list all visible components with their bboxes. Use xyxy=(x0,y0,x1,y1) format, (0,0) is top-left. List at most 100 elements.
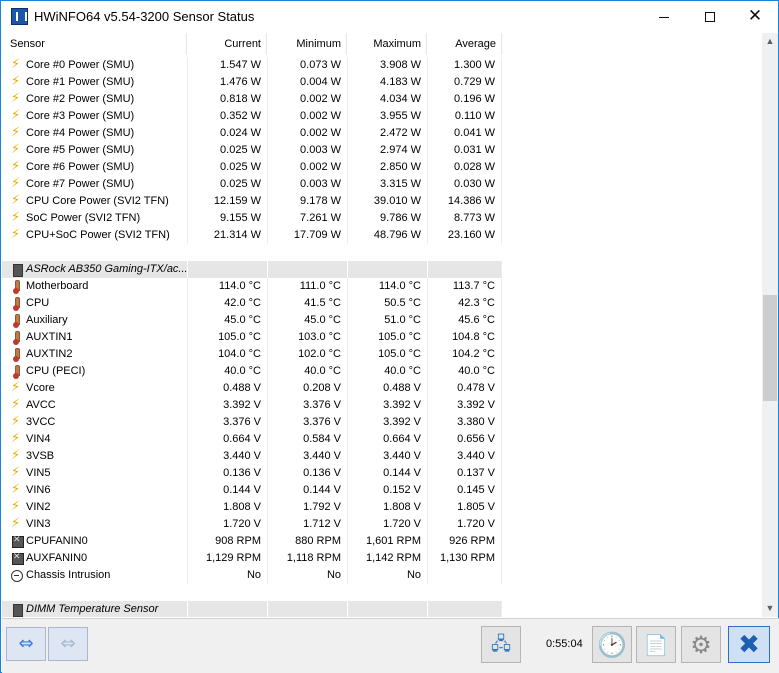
sensor-row[interactable]: VIN60.144 V0.144 V0.152 V0.145 V xyxy=(2,482,502,499)
sensor-current-value: 42.0 °C xyxy=(187,295,267,312)
sensor-name: VIN3 xyxy=(26,518,51,530)
sensor-average-value: 0.145 V xyxy=(427,482,502,499)
sensor-minimum-value: 3.440 V xyxy=(267,448,347,465)
sensor-minimum-value: 880 RPM xyxy=(267,533,347,550)
sensor-grid[interactable]: Sensor Current Minimum Maximum Average C… xyxy=(2,33,762,617)
settings-button[interactable]: ⚙ xyxy=(681,626,721,663)
sensor-minimum-value: 0.003 W xyxy=(267,176,347,193)
sensor-current-value: 1.476 W xyxy=(187,74,267,91)
maximize-button[interactable] xyxy=(687,1,733,32)
sensor-row[interactable]: VIN31.720 V1.712 V1.720 V1.720 V xyxy=(2,516,502,533)
elapsed-timer: 0:55:04 xyxy=(546,638,583,650)
sensor-row[interactable]: Motherboard 114.0 °C 111.0 °C 114.0 °C 113.7… xyxy=(2,278,502,295)
sensor-row[interactable]: CPU Core Power (SVI2 TFN) 12.159 W9.178 W… xyxy=(2,193,502,210)
sensor-name: Core #7 Power (SMU) xyxy=(26,178,135,190)
sensor-row[interactable]: AVCC3.392 V3.376 V3.392 V3.392 V xyxy=(2,397,502,414)
sensor-row[interactable]: Core #1 Power (SMU) 1.476 W0.004 W4.183 W… xyxy=(2,74,502,91)
sensor-minimum-value: 17.709 W xyxy=(267,227,347,244)
sensor-row[interactable]: VIN21.808 V1.792 V1.808 V1.805 V xyxy=(2,499,502,516)
sensor-group-row[interactable]: ASRock AB350 Gaming-ITX/ac... xyxy=(2,261,502,278)
title-bar[interactable]: HWiNFO64 v5.54-3200 Sensor Status ✕ xyxy=(1,1,778,32)
sensor-row[interactable]: Vcore0.488 V0.208 V0.488 V0.478 V xyxy=(2,380,502,397)
sensor-rows: Core #0 Power (SMU) 1.547 W0.073 W3.908 W… xyxy=(2,57,762,617)
column-header-maximum[interactable]: Maximum xyxy=(347,33,427,55)
sensor-average-value: 0.028 W xyxy=(427,159,502,176)
sensor-name: Core #1 Power (SMU) xyxy=(26,76,135,88)
minimize-button[interactable] xyxy=(641,1,687,32)
sensor-row[interactable]: Core #4 Power (SMU) 0.024 W0.002 W2.472 W… xyxy=(2,125,502,142)
sensor-minimum-value: 3.376 V xyxy=(267,414,347,431)
column-header-average[interactable]: Average xyxy=(427,33,502,55)
sensor-row[interactable]: Auxiliary 45.0 °C 45.0 °C 51.0 °C 45.6 °C xyxy=(2,312,502,329)
column-header-minimum[interactable]: Minimum xyxy=(267,33,347,55)
sensor-row[interactable]: VIN50.136 V0.136 V0.144 V0.137 V xyxy=(2,465,502,482)
sensor-row[interactable]: Core #3 Power (SMU) 0.352 W0.002 W3.955 W… xyxy=(2,108,502,125)
column-header-sensor[interactable]: Sensor xyxy=(2,33,187,55)
sensor-minimum-value: No xyxy=(267,567,347,584)
sensor-row[interactable]: CPU 42.0 °C 41.5 °C 50.5 °C 42.3 °C xyxy=(2,295,502,312)
navigate-right-button[interactable]: ⇔ xyxy=(48,627,88,661)
sensor-row[interactable]: Core #0 Power (SMU) 1.547 W0.073 W3.908 W… xyxy=(2,57,502,74)
sensor-average-value: 14.386 W xyxy=(427,193,502,210)
sensor-current-value: 0.144 V xyxy=(187,482,267,499)
sensor-minimum-value: 111.0 °C xyxy=(267,278,347,295)
logging-button[interactable]: 📄 xyxy=(636,626,676,663)
sensor-name: 3VCC xyxy=(26,416,56,428)
window-close-button[interactable]: ✕ xyxy=(732,1,778,32)
sensor-current-value: 12.159 W xyxy=(187,193,267,210)
sensor-average-value: 1.720 V xyxy=(427,516,502,533)
sensor-current-value: 1,129 RPM xyxy=(187,550,267,567)
sensor-row[interactable]: Core #6 Power (SMU) 0.025 W0.002 W2.850 W… xyxy=(2,159,502,176)
sensor-row[interactable]: AUXTIN1 105.0 °C 103.0 °C 105.0 °C 104.8 °C xyxy=(2,329,502,346)
scrollbar-thumb[interactable] xyxy=(763,295,777,401)
reset-timer-button[interactable]: 🕑 xyxy=(592,626,632,663)
sensor-name: Motherboard xyxy=(26,280,89,292)
sensor-maximum-value: 3.440 V xyxy=(347,448,427,465)
sensor-name: CPU xyxy=(26,297,50,309)
sensor-row[interactable]: Core #2 Power (SMU) 0.818 W0.002 W4.034 W… xyxy=(2,91,502,108)
sensor-row[interactable]: CPU (PECI) 40.0 °C 40.0 °C 40.0 °C 40.0 °C xyxy=(2,363,502,380)
sensor-row[interactable]: AUXTIN2 104.0 °C 102.0 °C 105.0 °C 104.2 °C xyxy=(2,346,502,363)
sensor-minimum-value: 0.584 V xyxy=(267,431,347,448)
sensor-maximum-value: 0.152 V xyxy=(347,482,427,499)
sensor-row[interactable]: CPUFANIN0 908 RPM880 RPM1,601 RPM926 RPM xyxy=(2,533,502,550)
scroll-down-arrow-icon[interactable]: ▼ xyxy=(762,600,778,617)
sensor-maximum-value: 2.850 W xyxy=(347,159,427,176)
sensor-row[interactable]: CPU+SoC Power (SVI2 TFN) 21.314 W17.709 W… xyxy=(2,227,502,244)
sensor-average-value: 0.478 V xyxy=(427,380,502,397)
sensor-average-value: 0.729 W xyxy=(427,74,502,91)
sensor-maximum-value: 3.315 W xyxy=(347,176,427,193)
sensor-row[interactable]: Core #5 Power (SMU) 0.025 W0.003 W2.974 W… xyxy=(2,142,502,159)
sensor-average-value: 42.3 °C xyxy=(427,295,502,312)
sensor-minimum-value: 0.002 W xyxy=(267,125,347,142)
sensor-average-value: 40.0 °C xyxy=(427,363,502,380)
vertical-scrollbar[interactable]: ▲ ▼ xyxy=(762,33,778,617)
sensor-name: 3VSB xyxy=(26,450,55,462)
sensor-row[interactable]: AUXFANIN0 1,129 RPM1,118 RPM1,142 RPM1,13… xyxy=(2,550,502,567)
sensor-current-value xyxy=(187,261,267,278)
sensor-row[interactable]: 3VCC3.376 V3.376 V3.392 V3.380 V xyxy=(2,414,502,431)
sensor-name: CPU+SoC Power (SVI2 TFN) xyxy=(26,229,170,241)
sensor-current-value: 1.547 W xyxy=(187,57,267,74)
close-sensors-button[interactable]: ✖ xyxy=(728,626,770,663)
sensor-average-value: 104.2 °C xyxy=(427,346,502,363)
sensor-current-value: 0.024 W xyxy=(187,125,267,142)
scroll-up-arrow-icon[interactable]: ▲ xyxy=(762,33,778,50)
sensor-current-value: 40.0 °C xyxy=(187,363,267,380)
column-header-row: Sensor Current Minimum Maximum Average xyxy=(2,33,502,55)
window-title: HWiNFO64 v5.54-3200 Sensor Status xyxy=(34,9,255,24)
sensor-row[interactable]: Chassis Intrusion No No No xyxy=(2,567,502,584)
sensor-row[interactable]: 3VSB3.440 V3.440 V3.440 V3.440 V xyxy=(2,448,502,465)
sensor-row[interactable]: Core #7 Power (SMU) 0.025 W0.003 W3.315 W… xyxy=(2,176,502,193)
navigate-left-button[interactable]: ⇔ xyxy=(6,627,46,661)
sensor-row[interactable]: VIN40.664 V0.584 V0.664 V0.656 V xyxy=(2,431,502,448)
sensor-minimum-value: 0.144 V xyxy=(267,482,347,499)
network-button[interactable]: 🖧 xyxy=(481,626,521,663)
sensor-current-value: 1.808 V xyxy=(187,499,267,516)
sensor-current-value: 0.488 V xyxy=(187,380,267,397)
sensor-maximum-value: 1.808 V xyxy=(347,499,427,516)
sensor-row[interactable]: SoC Power (SVI2 TFN) 9.155 W7.261 W9.786 … xyxy=(2,210,502,227)
sensor-average-value xyxy=(427,601,502,617)
column-header-current[interactable]: Current xyxy=(187,33,267,55)
sensor-group-row[interactable]: DIMM Temperature Sensor xyxy=(2,601,502,617)
